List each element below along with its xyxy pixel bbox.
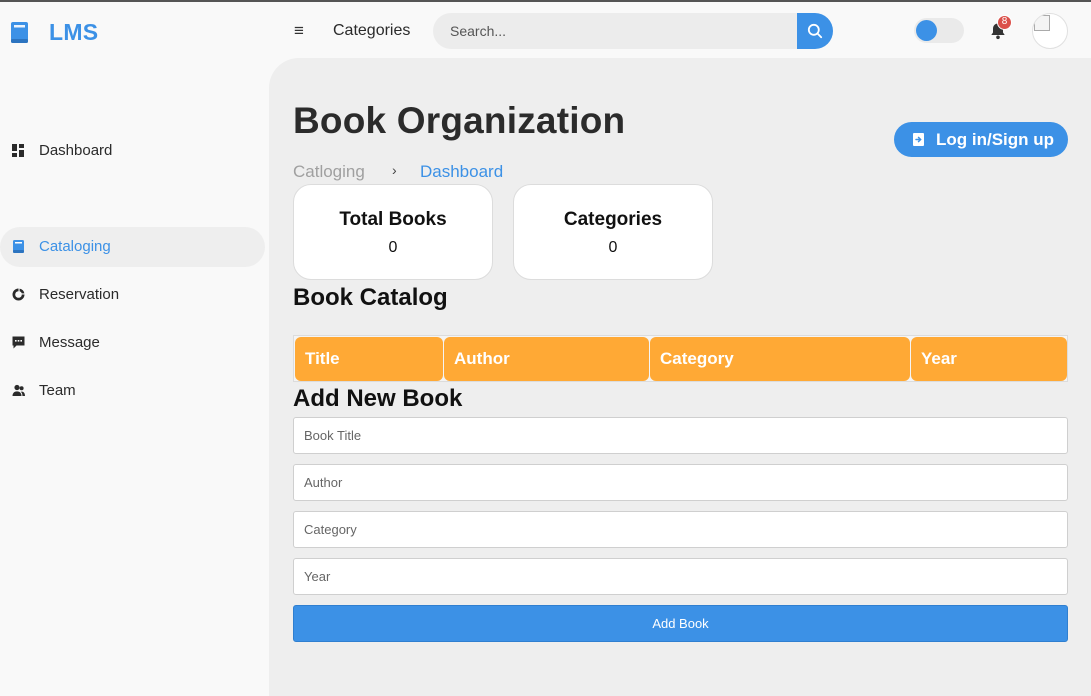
stat-label: Total Books	[339, 209, 447, 230]
search-form	[433, 13, 833, 49]
add-book-heading: Add New Book	[293, 385, 463, 412]
column-header-author[interactable]: Author	[444, 337, 649, 381]
sidebar-curve-top	[243, 196, 269, 222]
sidebar-item-label: Team	[39, 382, 76, 399]
column-header-category[interactable]: Category	[650, 337, 910, 381]
theme-toggle[interactable]	[914, 18, 964, 43]
brand[interactable]: LMS	[10, 19, 98, 46]
chevron-right-icon: ›	[392, 162, 397, 178]
column-header-year[interactable]: Year	[911, 337, 1067, 381]
brand-name: LMS	[49, 19, 99, 45]
sidebar-item-reservation[interactable]: Reservation	[0, 275, 266, 315]
doughnut-chart-icon	[12, 288, 25, 301]
search-icon	[807, 23, 823, 39]
book-icon	[13, 240, 24, 253]
dashboard-icon	[12, 144, 24, 157]
sidebar-item-label: Dashboard	[39, 142, 113, 159]
column-header-title[interactable]: Title	[295, 337, 443, 381]
breadcrumb-dashboard[interactable]: Dashboard	[420, 162, 503, 182]
sidebar-item-label: Cataloging	[39, 238, 111, 255]
broken-image-icon	[1034, 15, 1050, 31]
search-input[interactable]	[433, 13, 797, 49]
login-icon	[913, 133, 924, 146]
search-button[interactable]	[797, 13, 833, 49]
stat-label: Categories	[563, 209, 663, 230]
breadcrumb-cataloging[interactable]: Catloging	[293, 162, 365, 182]
stat-card-categories: Categories 0	[513, 184, 713, 280]
sidebar-item-team[interactable]: Team	[0, 371, 266, 411]
stat-value: 0	[388, 239, 398, 256]
add-book-button[interactable]: Add Book	[293, 605, 1068, 642]
stat-value: 0	[608, 239, 618, 256]
catalog-table-header: Title Author Category Year	[293, 335, 1068, 382]
sidebar-item-label: Reservation	[39, 286, 120, 303]
book-catalog-heading: Book Catalog	[293, 284, 448, 311]
group-icon	[12, 384, 25, 396]
top-navbar: LMS ≡ Categories 8	[0, 2, 1091, 58]
year-input[interactable]	[293, 558, 1068, 595]
message-icon	[12, 336, 25, 349]
page-title: Book Organization	[293, 100, 626, 141]
book-logo-icon	[11, 21, 28, 43]
sidebar-item-dashboard[interactable]: Dashboard	[0, 131, 266, 171]
author-input[interactable]	[293, 464, 1068, 501]
menu-icon[interactable]: ≡	[294, 22, 304, 39]
sidebar-item-cataloging[interactable]: Cataloging	[0, 227, 265, 267]
notification-badge: 8	[997, 15, 1012, 30]
toggle-knob	[916, 20, 937, 41]
book-title-input[interactable]	[293, 417, 1068, 454]
nav-link-categories[interactable]: Categories	[333, 22, 410, 40]
avatar[interactable]	[1032, 13, 1068, 49]
stat-card-total-books: Total Books 0	[293, 184, 493, 280]
login-signup-button[interactable]: Log in/Sign up	[894, 122, 1068, 157]
login-signup-label: Log in/Sign up	[936, 130, 1055, 149]
sidebar-item-label: Message	[39, 334, 100, 351]
category-input[interactable]	[293, 511, 1068, 548]
sidebar-item-message[interactable]: Message	[0, 323, 266, 363]
